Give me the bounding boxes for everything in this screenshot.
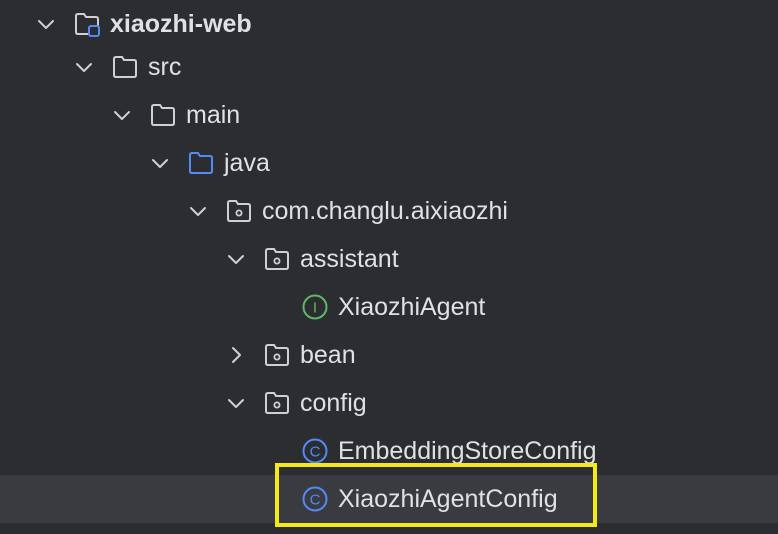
tree-node-label: java	[224, 149, 270, 177]
package-icon	[265, 248, 289, 270]
tree-node-embedding-store-config[interactable]: C EmbeddingStoreConfig	[0, 427, 778, 475]
tree-node-label: com.changlu.aixiaozhi	[262, 197, 508, 225]
chevron-down-icon[interactable]	[72, 55, 96, 79]
interface-icon: I	[302, 294, 328, 320]
tree-node-xiaozhi-agent[interactable]: I XiaozhiAgent	[0, 283, 778, 331]
chevron-down-icon[interactable]	[224, 391, 248, 415]
tree-node-label: XiaozhiAgentConfig	[338, 485, 558, 513]
package-icon	[265, 344, 289, 366]
class-icon-badge: C	[310, 492, 321, 509]
tree-node-label: EmbeddingStoreConfig	[338, 437, 597, 465]
tree-node-label: src	[148, 53, 182, 81]
interface-icon-badge: I	[313, 300, 317, 317]
chevron-down-icon[interactable]	[34, 12, 58, 36]
chevron-down-icon[interactable]	[148, 151, 172, 175]
package-icon	[227, 200, 251, 222]
tree-node-label: main	[186, 101, 241, 129]
tree-node-xiaozhi-web[interactable]: xiaozhi-web	[0, 0, 778, 48]
class-icon: C	[302, 438, 328, 464]
tree-node-package-root[interactable]: com.changlu.aixiaozhi	[0, 187, 778, 235]
source-root-folder-icon	[189, 152, 213, 174]
tree-node-label: xiaozhi-web	[110, 10, 252, 38]
tree-node-assistant[interactable]: assistant	[0, 235, 778, 283]
tree-node-config[interactable]: config	[0, 379, 778, 427]
chevron-down-icon[interactable]	[186, 199, 210, 223]
folder-icon	[151, 104, 175, 126]
tree-node-java[interactable]: java	[0, 139, 778, 187]
tree-node-label: assistant	[300, 245, 399, 273]
project-tree: xiaozhi-web src main java com.changlu.ai…	[0, 0, 778, 534]
chevron-right-icon[interactable]	[224, 343, 248, 367]
tree-node-main[interactable]: main	[0, 91, 778, 139]
tree-node-bean[interactable]: bean	[0, 331, 778, 379]
module-folder-icon	[75, 13, 100, 37]
tree-node-label: XiaozhiAgent	[338, 293, 486, 321]
class-icon-badge: C	[310, 444, 321, 461]
tree-node-src[interactable]: src	[0, 43, 778, 91]
package-icon	[265, 392, 289, 414]
tree-node-xiaozhi-agent-config[interactable]: C XiaozhiAgentConfig	[0, 475, 778, 523]
chevron-down-icon[interactable]	[110, 103, 134, 127]
class-icon: C	[302, 486, 328, 512]
tree-node-label: config	[300, 389, 367, 417]
folder-icon	[113, 56, 137, 78]
chevron-down-icon[interactable]	[224, 247, 248, 271]
tree-node-label: bean	[300, 341, 356, 369]
